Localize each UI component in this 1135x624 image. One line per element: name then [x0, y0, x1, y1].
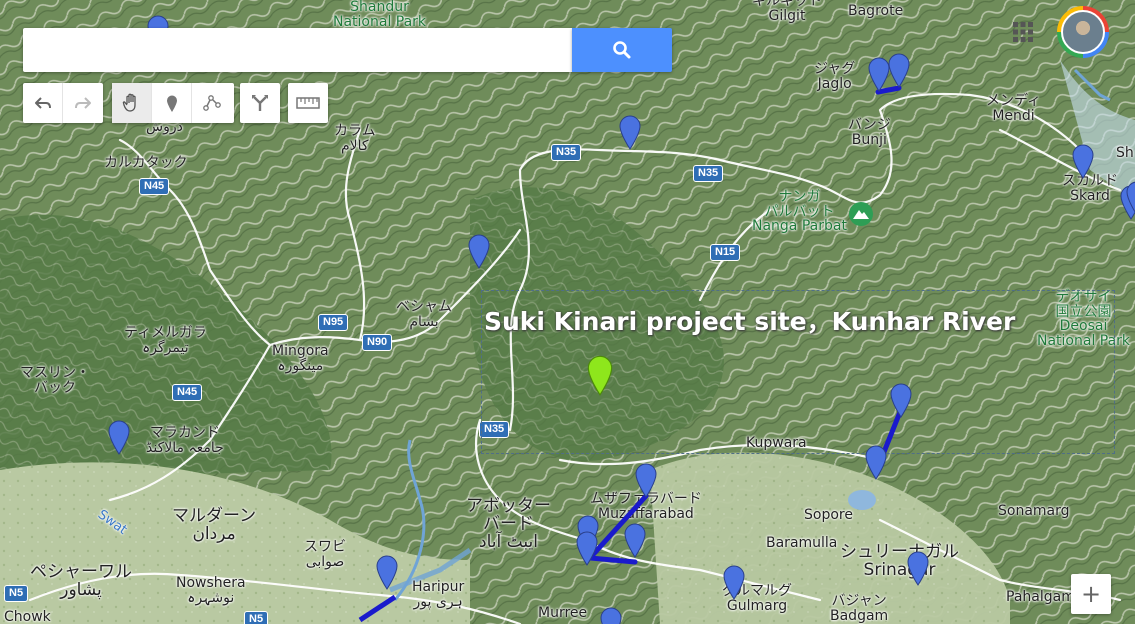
place-label: Bagrote [848, 3, 904, 19]
road-shield: N45 [139, 178, 170, 195]
place-label: Baramulla [766, 535, 838, 551]
place-label: Murree [538, 605, 588, 621]
drawing-toolbar [112, 83, 234, 123]
line-icon [203, 95, 221, 111]
account-avatar[interactable] [1057, 6, 1109, 58]
map-marker[interactable] [107, 419, 131, 455]
place-label: ティメルガラ تیمرگرہ [124, 325, 207, 356]
directions-toolbar [240, 83, 280, 123]
map-marker[interactable] [575, 530, 599, 566]
place-label: ベシャム بشام [396, 299, 452, 330]
place-label: Sh [1116, 145, 1134, 161]
place-label: ペシャーワル پشاور [30, 562, 132, 600]
place-label: ジャグ Jaglo [814, 61, 856, 92]
place-label: メンディ Mendi [986, 93, 1042, 124]
draw-line-button[interactable] [192, 83, 232, 123]
ruler-icon [296, 97, 320, 109]
road-shield: N15 [710, 244, 741, 261]
place-label: マスリン・ バック [20, 365, 90, 396]
map-marker[interactable] [634, 462, 658, 498]
place-label: スワビ صوابی [304, 539, 346, 570]
place-label: Pahalgam [1006, 589, 1075, 605]
place-label: バジャン Badgam [830, 593, 889, 624]
place-label: カルカタック [104, 155, 188, 171]
apps-grid-icon[interactable] [1011, 20, 1035, 44]
map-marker[interactable] [722, 564, 746, 600]
map-marker[interactable] [618, 114, 642, 150]
place-label: Chowk [4, 609, 51, 624]
map-marker[interactable] [623, 522, 647, 558]
hand-icon [122, 93, 136, 112]
project-site-marker[interactable] [586, 354, 614, 396]
place-label: マルダーン مردان [172, 506, 257, 544]
map-marker[interactable] [599, 606, 623, 624]
measure-button[interactable] [288, 83, 328, 123]
place-label: シュリーナガル Srinagar [840, 542, 959, 580]
add-marker-button[interactable] [152, 83, 192, 123]
place-label: ナンガ パルバット Nanga Parbat [752, 189, 847, 235]
undo-button[interactable] [23, 83, 63, 123]
place-label: アボッター バード ایبٹ آباد [466, 496, 551, 552]
place-label: Nowshera نوشہرہ [176, 575, 246, 606]
search-input[interactable] [23, 28, 572, 72]
place-label: Shandur National Park [333, 0, 427, 30]
road-shield: N95 [318, 314, 349, 331]
place-label: Haripur ہری پور [412, 579, 465, 610]
road-shield: N35 [551, 144, 582, 161]
mountain-peak-icon[interactable] [848, 201, 874, 227]
place-label: Mingora مینگورہ [272, 343, 329, 374]
map-marker[interactable] [1071, 143, 1095, 179]
directions-icon [252, 95, 268, 111]
place-label: バンジ Bunji [848, 117, 891, 148]
directions-button[interactable] [240, 83, 280, 123]
map-marker[interactable] [887, 52, 911, 88]
redo-button[interactable] [63, 83, 103, 123]
road-shield: N5 [244, 611, 269, 624]
place-label: カラム کالام [334, 123, 376, 154]
search-button[interactable] [572, 28, 672, 72]
road-shield: N5 [4, 585, 29, 602]
road-shield: N35 [693, 165, 724, 182]
map-marker[interactable] [864, 444, 888, 480]
undo-icon [34, 97, 51, 109]
road-shield: N45 [172, 384, 203, 401]
place-label: Sonamarg [998, 503, 1070, 519]
pan-tool-button[interactable] [112, 83, 152, 123]
map-marker[interactable] [906, 550, 930, 586]
map-marker[interactable] [467, 233, 491, 269]
place-label: Sopore [804, 507, 853, 523]
marker-icon [166, 95, 177, 112]
redo-icon [75, 97, 91, 109]
zoom-in-button[interactable]: + [1071, 574, 1111, 614]
place-label: マラカンド جامعہ مالاکنڈ [146, 425, 224, 456]
place-label: ギルギット Gilgit [752, 0, 822, 24]
road-shield: N90 [362, 334, 393, 351]
project-site-label: Suki Kinari project site，Kunhar River [484, 307, 1016, 336]
map-marker[interactable] [889, 382, 913, 418]
map-marker[interactable] [375, 554, 399, 590]
measure-toolbar [288, 83, 328, 123]
map-marker[interactable] [1125, 180, 1135, 216]
history-toolbar [23, 83, 103, 123]
search-icon [613, 41, 631, 59]
